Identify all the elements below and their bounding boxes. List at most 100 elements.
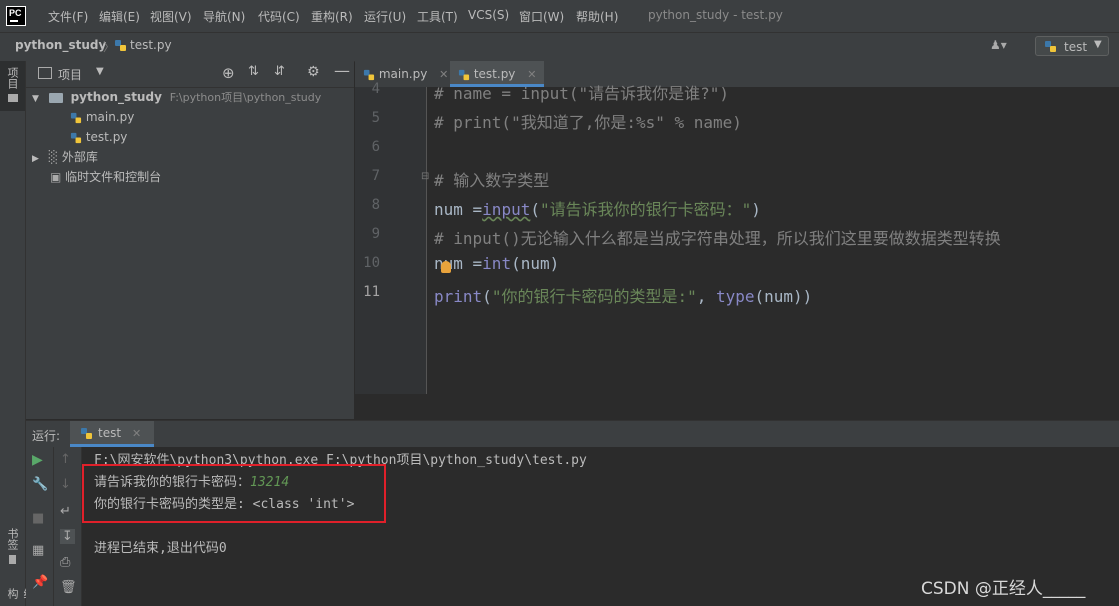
tab-label: main.py [378,67,428,81]
line-number: 9 [371,226,380,242]
locate-target-icon[interactable]: ⊕ [222,64,235,82]
gear-icon[interactable]: ⚙ [307,64,320,80]
run-toolbar-primary: ▶ 🔧 ■ ▦ 📌 [26,447,54,606]
scratches-icon: ▣ [50,170,62,184]
chevron-right-icon: ▶ [32,154,39,164]
menu-code[interactable]: 代码(C) [258,8,300,25]
menu-navigate[interactable]: 导航(N) [203,8,245,25]
python-config-icon [81,428,92,439]
editor-empty-area [355,394,1119,419]
project-view-icon [38,67,52,79]
tree-file-label: test.py [85,130,128,144]
run-tab-label: test [98,426,122,440]
window-title: python_study - test.py [648,8,783,22]
run-tab-test[interactable]: test ✕ [70,421,154,447]
tree-file-test[interactable]: test.py [70,127,127,147]
run-toolbar-secondary: ↑ ↓ ↵ ↧ ⎙ 🗑 [54,447,82,606]
menu-bar: PC 文件(F) 编辑(E) 视图(V) 导航(N) 代码(C) 重构(R) 运… [0,0,1119,32]
tab-label: test.py [473,67,516,81]
csdn-watermark: CSDN @正经人_____ [921,579,1086,599]
soft-wrap-icon[interactable]: ↵ [60,504,71,519]
collapse-all-icon[interactable]: ⇵ [274,64,285,79]
project-panel: 项目 ▼ ⊕ ⇅ ⇵ ⚙ — ▼ python_study F:\python项… [26,61,354,419]
left-tool-strip: 项目 书签 结构 [0,61,35,606]
library-icon: ░ [48,150,58,164]
tree-external-libraries[interactable]: ▶ ░ 外部库 [32,147,98,167]
run-configuration-label: test [1064,40,1088,54]
code-line-9: # input()无论输入什么都是当成字符串处理，所以我们这里要做数据类型转换 [434,229,1001,248]
fold-icon[interactable]: ⊟ [421,171,429,182]
code-line-4: # name = input("请告诉我你是谁?") [434,84,730,103]
breadcrumb-file[interactable]: test.py [130,38,172,52]
menu-view[interactable]: 视图(V) [150,8,192,25]
menu-file[interactable]: 文件(F) [48,8,88,25]
user-icon[interactable]: ♟▾ [990,38,1007,52]
print-icon[interactable]: ⎙ [60,555,70,570]
chevron-down-icon: ▼ [32,94,39,104]
menu-run[interactable]: 运行(U) [364,8,406,25]
breadcrumb-project[interactable]: python_study [15,38,106,52]
pycharm-logo-icon: PC [6,6,26,26]
bookmarks-tool-tab[interactable]: 书签 [0,526,25,566]
line-number: 10 [363,255,380,271]
arrow-up-icon[interactable]: ↑ [60,452,71,467]
navigation-bar: python_study 〉 test.py ♟▾ test ▼ [0,32,1119,62]
console-exit-line: 进程已结束,退出代码0 [94,541,227,556]
line-number: 8 [371,197,380,213]
arrow-down-icon[interactable]: ↓ [60,477,71,492]
line-number: 7 [371,168,380,184]
line-number: 5 [371,110,380,126]
chevron-down-icon: ▼ [1094,39,1102,50]
pin-icon[interactable]: 📌 [32,575,48,590]
project-panel-title[interactable]: 项目 [58,66,82,83]
menu-edit[interactable]: 编辑(E) [99,8,140,25]
run-panel-header: 运行: test ✕ [26,420,1119,448]
menu-tools[interactable]: 工具(T) [417,8,458,25]
close-icon[interactable]: ✕ [132,427,141,440]
folder-icon [48,92,63,103]
root-folder-path: F:\python项目\python_study [169,91,322,104]
menu-window[interactable]: 窗口(W) [519,8,564,25]
external-libraries-label: 外部库 [61,150,98,164]
wrench-icon[interactable]: 🔧 [32,477,48,492]
python-config-icon [1044,40,1057,56]
run-panel-label: 运行: [32,429,61,443]
menu-refactor[interactable]: 重构(R) [311,8,353,25]
bookmark-icon [9,555,16,564]
run-configuration-selector[interactable]: test ▼ [1035,36,1109,56]
menu-vcs[interactable]: VCS(S) [468,8,509,22]
project-panel-header: 项目 ▼ ⊕ ⇅ ⇵ ⚙ — [26,61,354,88]
expand-all-icon[interactable]: ⇅ [248,64,259,79]
python-file-icon [458,69,470,80]
code-line-10: num =int(num) [434,254,560,273]
trash-icon[interactable]: 🗑 [60,580,77,595]
tree-file-label: main.py [85,110,135,124]
menu-help[interactable]: 帮助(H) [576,8,618,25]
tree-file-main[interactable]: main.py [70,107,134,127]
project-tool-tab-label: 项目 [6,67,19,89]
tree-scratches[interactable]: ▣ 临时文件和控制台 [50,167,161,187]
code-line-8: num =input("请告诉我你的银行卡密码：") [434,200,761,219]
bookmarks-tool-tab-label: 书签 [6,528,19,550]
python-file-icon [363,69,375,80]
code-line-11: print("你的银行卡密码的类型是:", type(num)) [434,287,813,306]
red-annotation-box [82,464,386,523]
scratches-label: 临时文件和控制台 [65,170,162,184]
python-file-icon [70,132,82,143]
project-tool-tab[interactable]: 项目 [0,61,25,111]
minimize-icon[interactable]: — [334,61,350,80]
layout-icon[interactable]: ▦ [32,543,44,558]
python-file-icon [114,39,127,55]
tree-root-folder[interactable]: ▼ python_study F:\python项目\python_study [32,87,321,107]
stop-icon[interactable]: ■ [32,511,44,526]
structure-tool-tab[interactable]: 结构 [0,586,35,606]
line-number: 6 [371,139,380,155]
rerun-play-icon[interactable]: ▶ [32,452,43,468]
lightbulb-icon[interactable] [441,261,451,273]
chevron-down-icon[interactable]: ▼ [96,66,104,77]
root-folder-name: python_study [70,90,162,104]
scroll-to-end-icon[interactable]: ↧ [60,529,75,544]
line-number-current: 11 [363,284,380,300]
folder-icon [8,94,18,102]
python-file-icon [70,112,82,123]
